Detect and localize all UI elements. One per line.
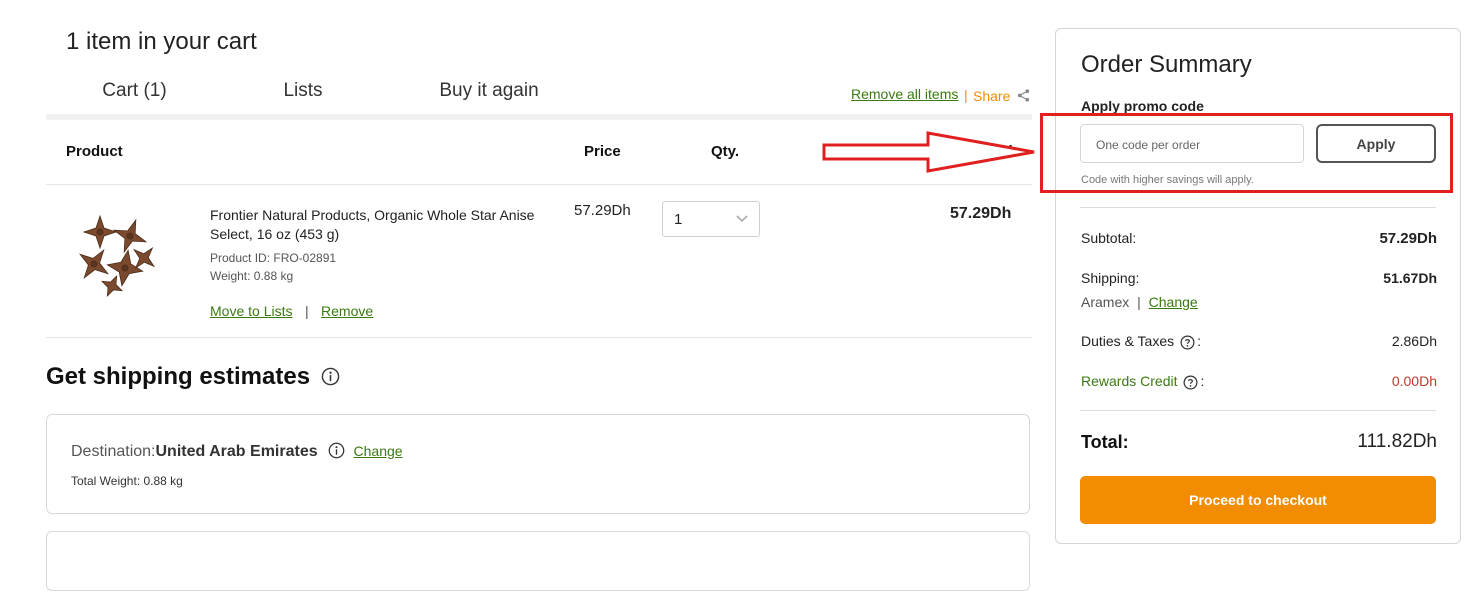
duties-value: 2.86Dh [1391,333,1437,349]
carrier-row: Aramex | Change [1081,294,1198,310]
remove-all-items-link[interactable]: Remove all items [851,86,958,102]
product-weight: Weight: 0.88 kg [210,269,294,283]
header-separator: | [964,87,968,103]
order-summary-title: Order Summary [1081,51,1252,78]
help-icon[interactable] [1183,375,1198,390]
quantity-select[interactable]: 1 [662,201,760,237]
tab-buy-it-again[interactable]: Buy it again [406,80,572,102]
next-section-box [46,531,1030,591]
change-shipping-link[interactable]: Change [1149,294,1198,310]
item-total: 57.29Dh [950,205,1012,222]
subtotal-value: 57.29Dh [1379,230,1437,247]
shipping-estimates-heading: Get shipping estimates [46,363,311,390]
rewards-value: 0.00Dh [1391,373,1437,389]
proceed-to-checkout-button[interactable]: Proceed to checkout [1080,476,1436,524]
subtotal-label: Subtotal: [1081,230,1137,246]
product-image[interactable] [70,202,162,298]
shipping-value: 51.67Dh [1383,270,1437,286]
item-price: 57.29Dh [574,202,631,219]
item-actions: Move to Lists | Remove [210,303,373,321]
destination-row: Destination:United Arab Emirates Change [71,442,403,461]
product-id: Product ID: FRO-02891 [210,251,337,265]
total-weight: Total Weight: 0.88 kg [71,474,183,488]
annotation-arrow [822,131,1035,173]
column-header-price: Price [584,143,621,160]
info-icon[interactable] [328,442,345,459]
tab-lists[interactable]: Lists [223,80,383,102]
chevron-down-icon [736,215,748,223]
share-link[interactable]: Share [973,88,1010,104]
rewards-row: Rewards Credit : [1081,373,1204,390]
tabs-divider [46,114,1032,120]
promo-code-label: Apply promo code [1081,98,1204,114]
summary-total-divider [1080,410,1436,411]
destination-label: Destination: [71,443,156,460]
total-value: 111.82Dh [1357,431,1437,452]
duties-label: Duties & Taxes [1081,333,1175,349]
destination-box [46,414,1030,514]
duties-row: Duties & Taxes : [1081,333,1201,350]
column-header-qty: Qty. [711,143,740,160]
shipping-estimates-title: Get shipping estimates [46,363,340,391]
help-icon[interactable] [1180,335,1195,350]
quantity-value: 1 [674,211,683,228]
item-actions-separator: | [304,303,309,319]
rewards-colon: : [1200,373,1205,389]
duties-colon: : [1197,333,1202,349]
tab-cart[interactable]: Cart (1) [46,80,223,102]
item-row-divider [46,337,1032,338]
rewards-label: Rewards Credit [1081,373,1178,389]
column-header-product: Product [66,143,123,160]
summary-divider [1080,207,1436,208]
table-header-divider [46,184,1032,185]
share-icon[interactable] [1016,88,1031,103]
carrier-name: Aramex [1081,294,1130,310]
change-destination-link[interactable]: Change [354,443,403,459]
destination-value: United Arab Emirates [155,443,318,460]
cart-title: 1 item in your cart [66,28,257,55]
carrier-separator: | [1137,294,1141,310]
product-name[interactable]: Frontier Natural Products, Organic Whole… [210,206,555,244]
remove-item-link[interactable]: Remove [321,303,373,319]
move-to-lists-link[interactable]: Move to Lists [210,303,292,319]
total-label: Total: [1081,432,1129,452]
annotation-highlight-box [1040,113,1453,193]
shipping-label: Shipping: [1081,270,1140,286]
info-icon[interactable] [321,367,340,386]
